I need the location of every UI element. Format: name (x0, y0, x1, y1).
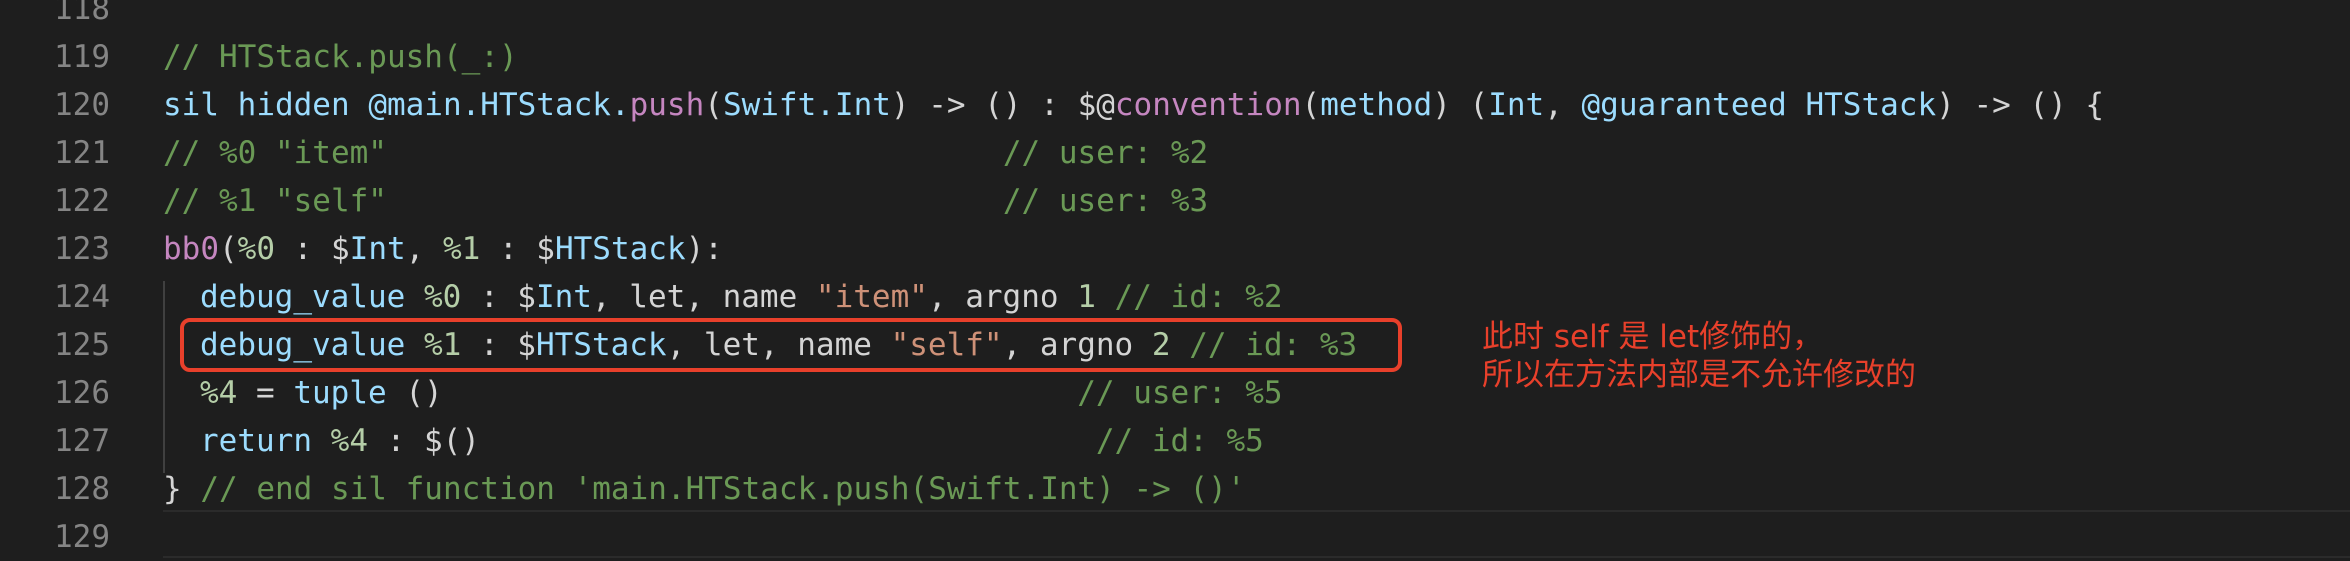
code-line[interactable]: 119 // HTStack.push(_:) (0, 33, 2350, 81)
code-text: sil hidden @main.HTStack.push(Swift.Int)… (163, 81, 2104, 129)
code-text: // %0 "item" // user: %2 (163, 129, 1208, 177)
code-text: return %4 : $() // id: %5 (200, 417, 1264, 465)
line-number: 126 (54, 375, 110, 411)
code-token: // HTStack.push(_:) (163, 39, 518, 75)
code-token: } (163, 471, 201, 507)
line-number: 125 (54, 327, 110, 363)
annotation-line-1: 此时 self 是 let修饰的， (1482, 319, 1824, 355)
code-token: %0 (423, 279, 462, 315)
code-token: ) -> () : (890, 87, 1078, 123)
code-line[interactable]: 129 (0, 513, 2350, 561)
code-token: sil hidden (163, 87, 369, 123)
code-token: , (1544, 87, 1582, 123)
annotation-note: 此时 self 是 let修饰的， 所以在方法内部是不允许修改的 (1482, 318, 1916, 394)
code-token: Int (535, 279, 592, 315)
code-token: Int (349, 231, 406, 267)
code-token: , argno (927, 279, 1078, 315)
code-line[interactable]: 121 // %0 "item" // user: %2 (0, 129, 2350, 177)
code-token: ) ( (1432, 87, 1489, 123)
line-number: 120 (54, 87, 110, 123)
code-token: // id: %2 (1095, 279, 1283, 315)
code-token: convention (1114, 87, 1302, 123)
code-token: Int (1488, 87, 1545, 123)
line-number: 118 (54, 0, 110, 27)
highlight-box (180, 318, 1402, 372)
code-line[interactable]: 126 %4 = tuple () // user: %5 (0, 369, 2350, 417)
code-text: } // end sil function 'main.HTStack.push… (163, 465, 1246, 513)
code-token: ): (685, 231, 723, 267)
line-number: 124 (54, 279, 110, 315)
line-number: 127 (54, 423, 110, 459)
code-token: $@ (1077, 87, 1115, 123)
code-token: @main.HTStack. (368, 87, 630, 123)
code-token: // end sil function 'main.HTStack.push(S… (200, 471, 1246, 507)
code-token: : $() (367, 423, 480, 459)
code-token: %0 (237, 231, 275, 267)
code-token: Swift.Int (722, 87, 891, 123)
code-token: // %1 "self" // user: %3 (163, 183, 1209, 219)
code-token: // %0 "item" // user: %2 (163, 135, 1209, 171)
code-token: "item" (815, 279, 928, 315)
code-token: tuple (293, 375, 387, 411)
code-token: %4 (330, 423, 368, 459)
code-token: HTStack (554, 231, 686, 267)
code-token: ( (1301, 87, 1321, 123)
code-token: ) -> () { (1936, 87, 2105, 123)
code-token: , let, name (591, 279, 816, 315)
code-token: bb0 (163, 231, 219, 267)
code-editor[interactable]: 118 119 // HTStack.push(_:) 120 sil hidden @… (0, 0, 2350, 558)
line-number: 121 (54, 135, 110, 171)
code-token: // user: %5 (442, 375, 1283, 411)
code-text: bb0(%0 : $Int, %1 : $HTStack): (163, 225, 723, 273)
code-token: : $ (275, 231, 350, 267)
code-token: return (200, 423, 331, 459)
code-token: // id: %5 (479, 423, 1264, 459)
code-line[interactable]: 127 return %4 : $() // id: %5 (0, 417, 2350, 465)
annotation-line-2: 所以在方法内部是不允许修改的 (1482, 357, 1916, 393)
line-number: 129 (54, 519, 110, 555)
code-text: debug_value %0 : $Int, let, name "item",… (200, 273, 1283, 321)
code-token: debug_value (200, 279, 424, 315)
code-token: ( (704, 87, 723, 123)
code-line[interactable]: 122 // %1 "self" // user: %3 (0, 177, 2350, 225)
code-line[interactable]: 123 bb0(%0 : $Int, %1 : $HTStack): (0, 225, 2350, 273)
code-token: = (237, 375, 294, 411)
code-token: () (386, 375, 443, 411)
code-line[interactable]: 120 sil hidden @main.HTStack.push(Swift.I… (0, 81, 2350, 129)
code-line[interactable]: 124 debug_value %0 : $Int, let, name "ite… (0, 273, 2350, 321)
line-number: 119 (54, 39, 110, 75)
code-token: 1 (1077, 279, 1096, 315)
code-token: ( (219, 231, 238, 267)
code-token: %4 (200, 375, 238, 411)
code-text: // %1 "self" // user: %3 (163, 177, 1208, 225)
code-line[interactable]: 118 (0, 0, 2350, 33)
code-line[interactable]: 128} // end sil function 'main.HTStack.p… (0, 465, 2350, 513)
line-number: 122 (54, 183, 110, 219)
code-token: @guaranteed HTStack (1581, 87, 1937, 123)
code-token: method (1320, 87, 1433, 123)
code-token: %1 (442, 231, 481, 267)
code-token: : $ (480, 231, 555, 267)
code-token: : $ (461, 279, 536, 315)
line-number: 128 (54, 471, 110, 507)
code-text: %4 = tuple () // user: %5 (200, 369, 1283, 417)
code-text: // HTStack.push(_:) (163, 33, 518, 81)
line-number: 123 (54, 231, 110, 267)
code-token: push (629, 87, 705, 123)
code-token: , (405, 231, 443, 267)
